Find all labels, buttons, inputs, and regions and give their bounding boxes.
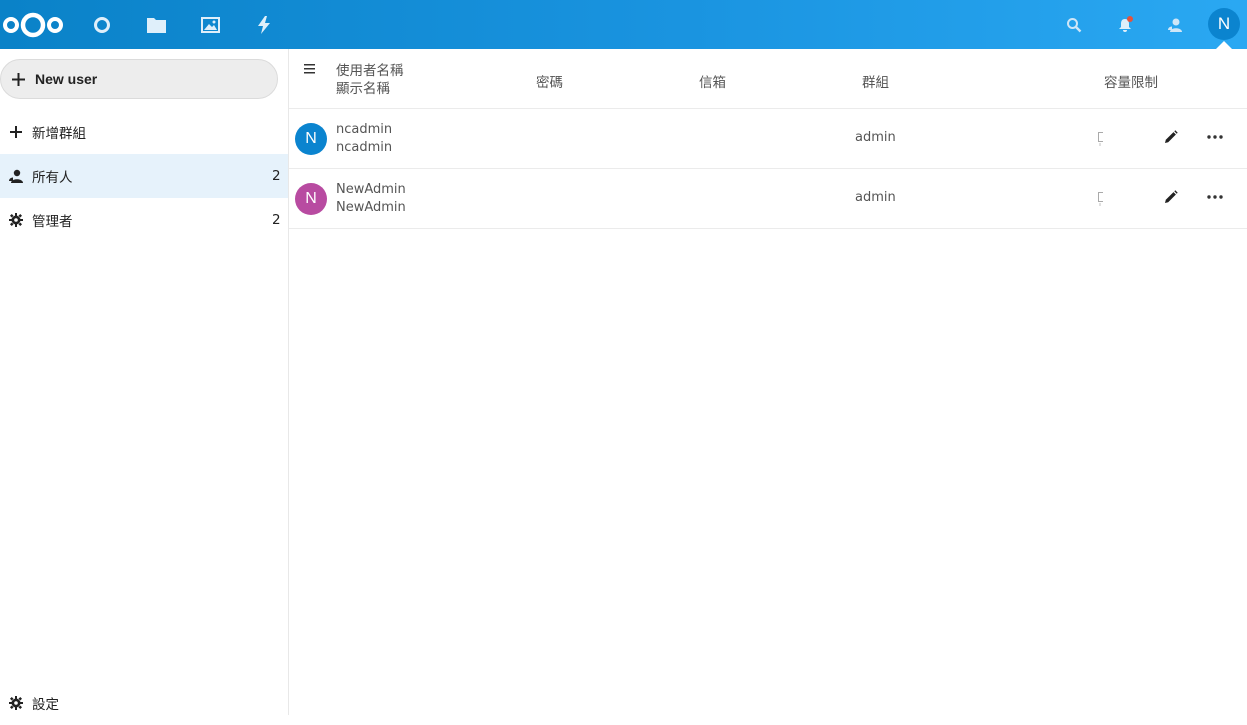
new-user-label: New user — [35, 71, 98, 87]
contacts-icon[interactable] — [1163, 0, 1187, 49]
user-names: NewAdmin NewAdmin — [336, 181, 406, 217]
quota-indicator — [1097, 130, 1103, 148]
top-header: N — [0, 0, 1247, 49]
edit-icon[interactable] — [1162, 128, 1180, 146]
new-user-button[interactable]: New user — [0, 59, 278, 99]
nextcloud-logo-icon[interactable] — [0, 0, 66, 49]
header-display-name[interactable]: 顯示名稱 — [336, 80, 404, 98]
table-row: N NewAdmin NewAdmin admin — [289, 169, 1247, 229]
column-menu-icon[interactable] — [303, 63, 317, 77]
users-table: 使用者名稱 顯示名稱 密碼 信箱 群組 容量限制 N ncadmin ncadm… — [289, 49, 1247, 715]
files-icon[interactable] — [144, 0, 168, 49]
sidebar: New user 新增群組 所有人 2 管理者 2 設定 — [0, 49, 289, 715]
more-options-icon[interactable] — [1205, 128, 1225, 146]
notifications-icon[interactable] — [1113, 0, 1137, 49]
users-icon — [0, 169, 32, 183]
plus-icon — [1, 72, 35, 86]
header-groups: 群組 — [862, 75, 889, 91]
menu-caret-icon — [1216, 41, 1232, 49]
header-username[interactable]: 使用者名稱 — [336, 62, 404, 80]
user-avatar[interactable]: N — [1208, 8, 1240, 40]
plus-icon — [0, 126, 32, 138]
sidebar-item-count: 2 — [272, 212, 281, 228]
user-names: ncadmin ncadmin — [336, 121, 392, 157]
sidebar-item-everyone[interactable]: 所有人 2 — [0, 154, 288, 198]
photos-icon[interactable] — [198, 0, 222, 49]
sidebar-item-admin[interactable]: 管理者 2 — [0, 198, 288, 242]
header-quota: 容量限制 — [1104, 75, 1158, 91]
display-name: NewAdmin — [336, 200, 406, 215]
sidebar-item-label: 管理者 — [32, 214, 73, 230]
header-email: 信箱 — [699, 75, 726, 91]
username: ncadmin — [336, 122, 393, 137]
table-header: 使用者名稱 顯示名稱 密碼 信箱 群組 容量限制 — [289, 49, 1247, 109]
header-names: 使用者名稱 顯示名稱 — [336, 62, 404, 98]
gear-icon — [0, 696, 32, 710]
admin-gear-icon — [0, 213, 32, 227]
user-groups: admin — [855, 130, 896, 145]
table-row: N ncadmin ncadmin admin — [289, 109, 1247, 169]
display-name: ncadmin — [336, 140, 393, 155]
sidebar-item-label: 所有人 — [32, 170, 73, 186]
avatar: N — [295, 123, 327, 155]
header-password: 密碼 — [536, 75, 563, 91]
username: NewAdmin — [336, 182, 406, 197]
edit-icon[interactable] — [1162, 188, 1180, 206]
avatar: N — [295, 183, 327, 215]
add-group-label: 新增群組 — [32, 126, 86, 142]
activity-icon[interactable] — [252, 0, 276, 49]
settings-label: 設定 — [32, 697, 59, 713]
quota-indicator — [1097, 190, 1103, 208]
search-icon[interactable] — [1062, 0, 1086, 49]
sidebar-item-count: 2 — [272, 168, 281, 184]
user-groups: admin — [855, 190, 896, 205]
more-options-icon[interactable] — [1205, 188, 1225, 206]
settings-button[interactable]: 設定 — [0, 681, 288, 725]
dashboard-icon[interactable] — [90, 0, 114, 49]
add-group-item[interactable]: 新增群組 — [0, 110, 288, 154]
